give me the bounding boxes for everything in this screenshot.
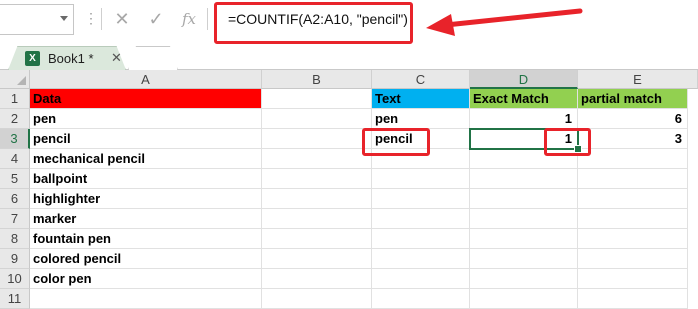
annotation-arrow-icon	[426, 8, 583, 36]
